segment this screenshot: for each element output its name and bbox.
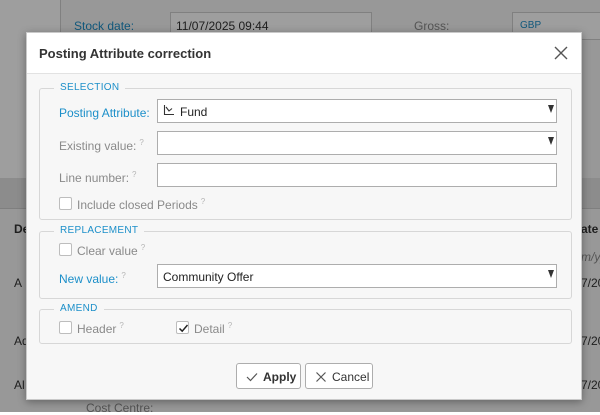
header-text: Header (77, 322, 117, 336)
line-number-label: Line number:? (59, 170, 137, 185)
existing-value-label-text: Existing value: (59, 139, 137, 153)
include-closed-periods-text: Include closed Periods (77, 198, 198, 212)
detail-text: Detail (194, 322, 225, 336)
selection-section: SELECTION Posting Attribute: Fund Existi… (39, 82, 572, 220)
existing-value-select[interactable] (157, 131, 557, 155)
new-value-select[interactable]: Community Offer (157, 264, 557, 288)
posting-attribute-value: Fund (180, 105, 208, 119)
apply-button-label: Apply (263, 370, 297, 384)
posting-attribute-select[interactable]: Fund (157, 99, 557, 123)
include-closed-periods-checkbox[interactable] (59, 197, 72, 210)
existing-value-label: Existing value:? (59, 138, 144, 153)
replacement-section-title: REPLACEMENT (54, 225, 145, 236)
detail-help-icon[interactable]: ? (228, 321, 232, 330)
header-label: Header? (77, 321, 124, 336)
header-checkbox[interactable] (59, 321, 72, 334)
line-number-label-text: Line number: (59, 171, 130, 185)
amend-section-title: AMEND (54, 303, 104, 314)
posting-attribute-dropdown-icon[interactable] (548, 105, 554, 113)
checkmark-icon (178, 324, 189, 333)
new-value-label-text: New value: (59, 272, 119, 286)
new-value-value: Community Offer (163, 270, 254, 284)
header-help-icon[interactable]: ? (119, 321, 123, 330)
dialog-title: Posting Attribute correction (39, 46, 212, 61)
close-button[interactable] (551, 43, 571, 63)
new-value-dropdown-icon[interactable] (548, 270, 554, 278)
cancel-button[interactable]: Cancel (305, 363, 373, 389)
clear-value-help-icon[interactable]: ? (141, 243, 145, 252)
line-number-help-icon[interactable]: ? (132, 170, 136, 179)
posting-attribute-label: Posting Attribute: (59, 106, 150, 120)
fund-chart-icon (163, 105, 174, 116)
new-value-label: New value:? (59, 271, 126, 286)
existing-value-dropdown-icon[interactable] (548, 137, 554, 145)
cancel-button-label: Cancel (332, 370, 370, 384)
clear-value-checkbox[interactable] (59, 243, 72, 256)
include-closed-help-icon[interactable]: ? (201, 197, 205, 206)
apply-check-icon (246, 373, 258, 382)
replacement-section: REPLACEMENT Clear value? New value:? Com… (39, 225, 572, 299)
posting-attribute-dialog: Posting Attribute correction SELECTION P… (26, 32, 582, 400)
clear-value-label: Clear value? (77, 243, 145, 258)
close-icon (554, 46, 568, 60)
include-closed-periods-label: Include closed Periods? (77, 197, 205, 212)
amend-section: AMEND Header? Detail? (39, 303, 572, 344)
line-number-input[interactable] (157, 163, 557, 187)
apply-button[interactable]: Apply (236, 363, 301, 389)
detail-checkbox[interactable] (176, 321, 189, 334)
dialog-header: Posting Attribute correction (27, 33, 581, 74)
posting-attribute-label-text: Posting Attribute: (59, 106, 150, 120)
existing-value-help-icon[interactable]: ? (139, 138, 143, 147)
selection-section-title: SELECTION (54, 82, 126, 93)
new-value-help-icon[interactable]: ? (121, 271, 125, 280)
detail-label: Detail? (194, 321, 232, 336)
x-icon (316, 372, 326, 382)
clear-value-text: Clear value (77, 244, 138, 258)
